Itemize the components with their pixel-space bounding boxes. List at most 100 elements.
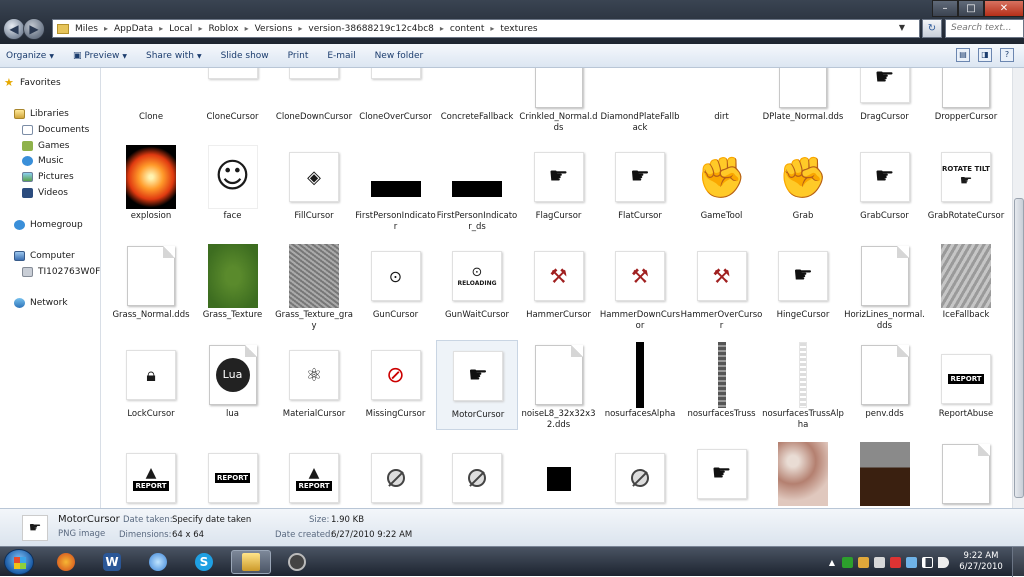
show-desktop-button[interactable] — [1012, 547, 1024, 577]
file-item[interactable]: ✊GameTool — [681, 142, 763, 232]
organize-menu[interactable]: Organize▼ — [6, 51, 54, 61]
view-options-icon[interactable]: ▤ — [956, 48, 970, 62]
taskbar-app[interactable] — [277, 550, 317, 574]
file-item[interactable]: ROTATE TILT☛GrabRotateCursor — [925, 142, 1007, 232]
start-button[interactable] — [4, 549, 34, 575]
breadcrumb-separator-icon[interactable]: ▸ — [490, 24, 494, 33]
search-input[interactable]: Search text... — [945, 19, 1024, 38]
file-item[interactable]: 🔒︎LockCursor — [110, 340, 192, 430]
file-item[interactable]: Grass_Texture_gray — [273, 241, 355, 331]
maximize-button[interactable]: □ — [958, 0, 984, 17]
file-item[interactable]: REPORTReportAbuse — [925, 340, 1007, 430]
scrollbar-thumb[interactable] — [1014, 198, 1024, 498]
preview-pane-icon[interactable]: ◨ — [978, 48, 992, 62]
file-item[interactable]: ↖CloneCursor — [192, 68, 274, 133]
file-item[interactable]: ↖CloneOverCursor — [355, 68, 437, 133]
file-item[interactable]: ReportInfected_ds — [518, 439, 600, 508]
file-item[interactable]: dirt — [681, 68, 763, 133]
file-item[interactable]: rust_combined — [762, 439, 844, 508]
file-item[interactable]: DropperCursor — [925, 68, 1007, 133]
vertical-scrollbar[interactable] — [1012, 68, 1024, 508]
file-item[interactable]: Sand_Normal.dds — [925, 439, 1007, 508]
file-item[interactable]: ▲REPORTReportAbuse_dn — [110, 439, 192, 508]
file-item[interactable]: ☛DragCursor — [844, 68, 926, 133]
file-item[interactable]: ReportInfected — [355, 439, 437, 508]
breadcrumb-item[interactable]: Versions — [255, 24, 293, 34]
preview-menu[interactable]: ▣ Preview▼ — [73, 51, 127, 61]
file-item[interactable]: ⊙GunCursor — [355, 241, 437, 331]
file-item[interactable]: nosurfacesAlpha — [599, 340, 681, 430]
file-item[interactable]: noiseL8_32x32x32.dds — [518, 340, 600, 430]
volume-icon[interactable] — [938, 557, 949, 568]
file-item[interactable]: ☺face — [192, 142, 274, 232]
file-item[interactable]: HorizLines_normal.dds — [844, 241, 926, 331]
file-item[interactable]: ReportInfected_dn — [436, 439, 518, 508]
file-item[interactable]: Crinkled_Normal.dds — [518, 68, 600, 133]
forward-button[interactable]: ▶ — [23, 18, 45, 40]
taskbar-skype[interactable]: S — [184, 550, 224, 574]
minimize-button[interactable]: – — [932, 0, 958, 17]
file-item[interactable]: DiamondPlateFallback — [599, 68, 681, 133]
nav-network[interactable]: Network — [14, 296, 115, 310]
breadcrumb-separator-icon[interactable]: ▸ — [104, 24, 108, 33]
tray-app-icon[interactable] — [858, 557, 869, 568]
show-hidden-icons-icon[interactable]: ▲ — [829, 558, 835, 567]
tray-app-icon[interactable] — [890, 557, 901, 568]
back-button[interactable]: ◀ — [3, 18, 25, 40]
address-bar[interactable]: Miles▸ AppData▸ Local▸ Roblox▸ Versions▸… — [52, 19, 920, 38]
slideshow-button[interactable]: Slide show — [221, 51, 269, 61]
file-item[interactable]: FirstPersonIndicator — [355, 142, 437, 232]
nav-libraries[interactable]: Libraries — [14, 107, 115, 121]
file-item[interactable]: ⊘MissingCursor — [355, 340, 437, 430]
breadcrumb-item[interactable]: textures — [500, 24, 537, 34]
file-item[interactable]: RustGradient — [844, 439, 926, 508]
network-status-icon[interactable] — [906, 557, 917, 568]
file-item[interactable]: IceFallback — [925, 241, 1007, 331]
file-item[interactable]: DPlate_Normal.dds — [762, 68, 844, 133]
nav-computer[interactable]: Computer — [14, 249, 115, 263]
breadcrumb-item[interactable]: content — [450, 24, 484, 34]
file-item[interactable]: nosurfacesTrussAlpha — [762, 340, 844, 430]
breadcrumb-item[interactable]: version-38688219c12c4bc8 — [308, 24, 433, 34]
breadcrumb-item[interactable]: Local — [169, 24, 192, 34]
tray-app-icon[interactable] — [842, 557, 853, 568]
file-item[interactable]: ☛MotorCursor — [436, 340, 518, 430]
file-item[interactable]: ⊙RELOADINGGunWaitCursor — [436, 241, 518, 331]
taskbar-explorer[interactable] — [231, 550, 271, 574]
file-item[interactable]: ⚛MaterialCursor — [273, 340, 355, 430]
file-item[interactable]: ReportInfected_ovr — [599, 439, 681, 508]
file-item[interactable]: ☛FlagCursor — [518, 142, 600, 232]
file-item[interactable]: ⚒HammerDownCursor — [599, 241, 681, 331]
file-item[interactable]: ☛GrabCursor — [844, 142, 926, 232]
breadcrumb-item[interactable]: AppData — [114, 24, 153, 34]
file-item[interactable]: ☛HingeCursor — [762, 241, 844, 331]
file-item[interactable]: Grass_Normal.dds — [110, 241, 192, 331]
breadcrumb-separator-icon[interactable]: ▸ — [298, 24, 302, 33]
file-item[interactable]: Lualua — [192, 340, 274, 430]
file-item[interactable]: FirstPersonIndicator_ds — [436, 142, 518, 232]
file-item[interactable]: ConcreteFallback — [436, 68, 518, 133]
breadcrumb-separator-icon[interactable]: ▸ — [159, 24, 163, 33]
file-item[interactable]: ☛FlatCursor — [599, 142, 681, 232]
file-item[interactable]: ▲REPORTReportAbuse_ovr — [273, 439, 355, 508]
file-item[interactable]: nosurfacesTruss — [681, 340, 763, 430]
share-with-menu[interactable]: Share with▼ — [146, 51, 202, 61]
file-item[interactable]: ☛ResizeCursor — [681, 439, 763, 508]
file-item[interactable]: Grass_Texture — [192, 241, 274, 331]
file-item[interactable]: ✊Grab — [762, 142, 844, 232]
taskbar-itunes[interactable] — [138, 550, 178, 574]
breadcrumb-separator-icon[interactable]: ▸ — [245, 24, 249, 33]
file-item[interactable]: CLONEClone — [110, 68, 192, 133]
nav-favorites[interactable]: ★Favorites — [4, 76, 105, 90]
email-button[interactable]: E-mail — [327, 51, 355, 61]
file-item[interactable]: ⚒HammerOverCursor — [681, 241, 763, 331]
file-item[interactable]: ◈FillCursor — [273, 142, 355, 232]
address-dropdown-icon[interactable]: ▼ — [899, 23, 905, 32]
refresh-button[interactable]: ↻ — [922, 19, 942, 38]
breadcrumb-separator-icon[interactable]: ▸ — [198, 24, 202, 33]
help-icon[interactable]: ? — [1000, 48, 1014, 62]
taskbar-firefox[interactable] — [46, 550, 86, 574]
file-item[interactable]: REPORTReportAbuse_ds — [192, 439, 274, 508]
file-item[interactable]: ⚒HammerCursor — [518, 241, 600, 331]
file-item[interactable]: explosion — [110, 142, 192, 232]
